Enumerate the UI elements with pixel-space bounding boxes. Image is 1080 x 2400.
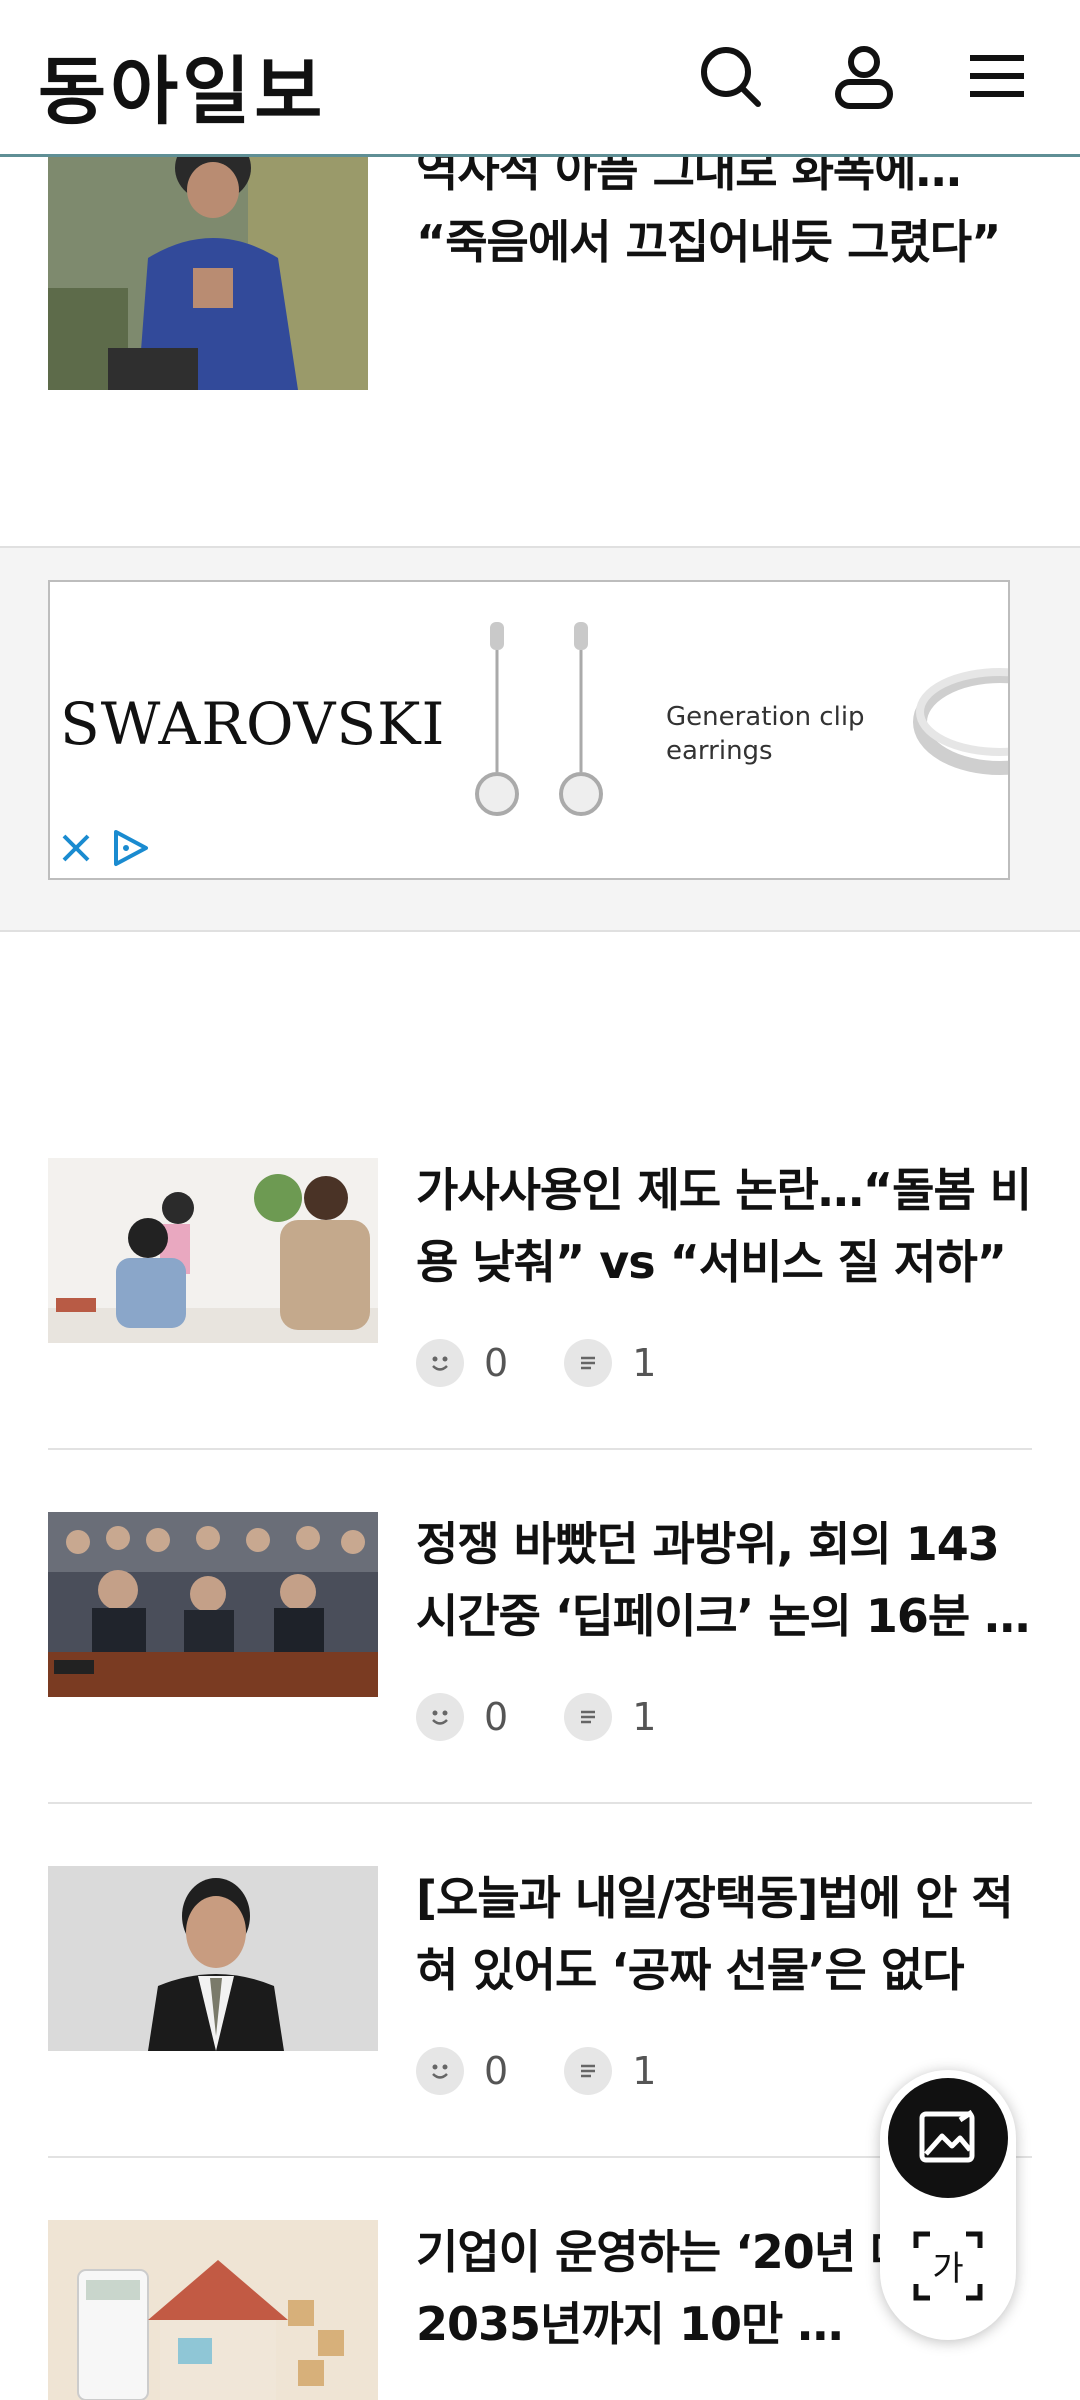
- ad-text-line1: Generation clip: [666, 702, 865, 732]
- ad-banner[interactable]: SWAROVSKI Generation clip earrings: [48, 580, 1010, 880]
- translate-icon[interactable]: 가: [910, 2228, 986, 2304]
- comment-count: 1: [632, 1341, 657, 1385]
- smile-icon[interactable]: [416, 1693, 464, 1741]
- article-thumbnail[interactable]: [48, 1866, 378, 2051]
- ad-banner-section: SWAROVSKI Generation clip earrings: [0, 546, 1080, 932]
- article-title[interactable]: [오늘과 내일/장택동]법에 안 적혀 있어도 ‘공짜 선물’은 없다: [416, 1862, 1036, 2006]
- user-icon[interactable]: [828, 40, 900, 112]
- like-count: 0: [484, 1695, 509, 1739]
- article-meta: 0 1: [416, 1336, 712, 1390]
- comment-count: 1: [632, 2049, 657, 2093]
- article-thumbnail[interactable]: [48, 1512, 378, 1697]
- article-meta: 0 1: [416, 2044, 712, 2098]
- smile-icon[interactable]: [416, 1339, 464, 1387]
- article-thumbnail[interactable]: [48, 2220, 378, 2400]
- site-logo[interactable]: 동아일보: [38, 32, 326, 139]
- ad-text-line2: earrings: [666, 736, 773, 766]
- article-meta: 0 1: [416, 1690, 712, 1744]
- floating-tools: 가: [880, 2070, 1016, 2340]
- like-count: 0: [484, 1341, 509, 1385]
- article-thumbnail[interactable]: [48, 148, 368, 390]
- divider: [48, 1802, 1032, 1804]
- ring-image: [913, 668, 1008, 775]
- article-title[interactable]: 가사사용인 제도 논란…“돌봄 비용 낮춰” vs “서비스 질 저하”: [416, 1154, 1036, 1298]
- adchoices-icon[interactable]: [108, 826, 152, 870]
- article-thumbnail[interactable]: [48, 1158, 378, 1343]
- image-search-icon[interactable]: [888, 2078, 1008, 2198]
- ad-brand-name: SWAROVSKI: [60, 690, 446, 758]
- menu-icon[interactable]: [960, 40, 1032, 112]
- close-icon[interactable]: [56, 828, 96, 868]
- search-icon[interactable]: [694, 40, 766, 112]
- comment-count: 1: [632, 1695, 657, 1739]
- earrings-image: [475, 622, 603, 816]
- comment-icon[interactable]: [564, 1339, 613, 1387]
- divider: [48, 1448, 1032, 1450]
- ad-product-text: Generation clip earrings: [666, 700, 865, 768]
- article-title[interactable]: 정쟁 바빴던 과방위, 회의 143시간중 ‘딥페이크’ 논의 16분 …: [416, 1508, 1036, 1652]
- smile-icon[interactable]: [416, 2047, 464, 2095]
- top-header: 동아일보: [0, 0, 1080, 157]
- comment-icon[interactable]: [564, 2047, 613, 2095]
- like-count: 0: [484, 2049, 509, 2093]
- svg-text:가: 가: [932, 2249, 963, 2289]
- comment-icon[interactable]: [564, 1693, 613, 1741]
